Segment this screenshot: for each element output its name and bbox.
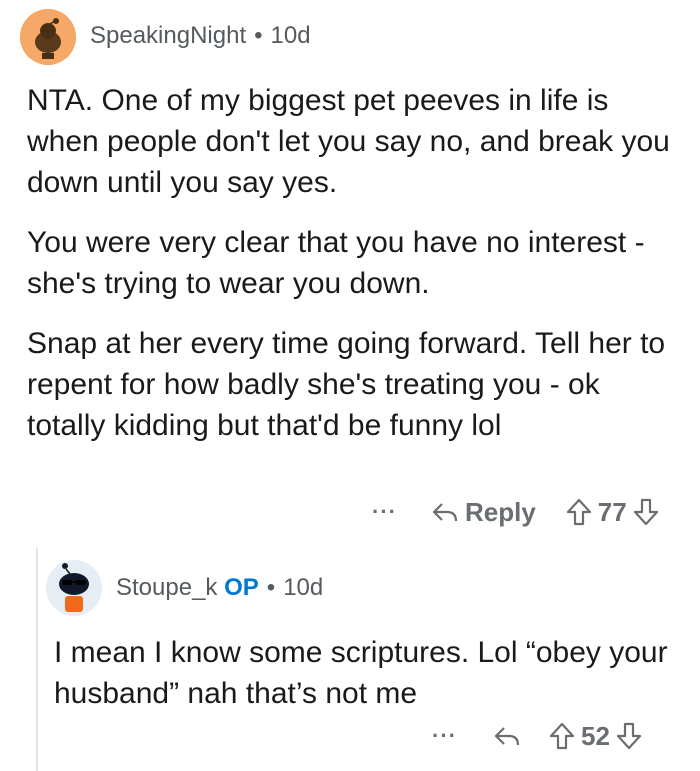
comment-meta: SpeakingNight • 10d [90, 22, 311, 50]
timestamp: 10d [283, 574, 324, 601]
reply-label: Reply [464, 496, 536, 527]
comment-actions: ··· Reply 77 [372, 492, 659, 532]
upvote-arrow-icon [549, 722, 575, 750]
comment-actions: ··· 52 [432, 716, 642, 756]
more-options-button[interactable]: ··· [432, 723, 457, 749]
reply-button[interactable]: Reply [431, 497, 536, 528]
downvote-arrow-icon [633, 498, 658, 526]
comment-meta: Stoupe_k OP • 10d [116, 574, 323, 602]
downvote-arrow-icon [616, 722, 642, 750]
timestamp: 10d [270, 22, 311, 49]
op-badge: OP [224, 574, 259, 601]
reply-arrow-icon [494, 727, 520, 746]
upvote-arrow-icon [566, 498, 591, 526]
username[interactable]: SpeakingNight [90, 22, 246, 49]
more-options-button[interactable]: ··· [372, 499, 397, 525]
vote-count: 52 [580, 720, 610, 751]
meta-separator: • [254, 22, 263, 49]
reply-arrow-icon [432, 503, 458, 522]
username[interactable]: Stoupe_k [116, 574, 217, 601]
avatar[interactable] [46, 560, 102, 616]
reply-button[interactable] [493, 724, 521, 748]
meta-separator: • [266, 574, 276, 601]
snoo-avatar-icon [20, 9, 76, 65]
thread-line[interactable] [36, 548, 38, 771]
comment-paragraph: NTA. One of my biggest pet peeves in lif… [27, 84, 670, 199]
vote-count: 77 [597, 496, 627, 527]
avatar[interactable] [20, 9, 76, 65]
comment-paragraph: You were very clear that you have no int… [27, 226, 645, 300]
downvote-button[interactable] [633, 498, 659, 526]
upvote-button[interactable] [566, 498, 592, 526]
comment-paragraph: I mean I know some scriptures. Lol “obey… [54, 636, 668, 710]
downvote-button[interactable] [616, 722, 642, 750]
comment-paragraph: Snap at her every time going forward. Te… [27, 327, 666, 442]
snoo-avatar-icon [46, 560, 102, 616]
upvote-button[interactable] [549, 722, 575, 750]
